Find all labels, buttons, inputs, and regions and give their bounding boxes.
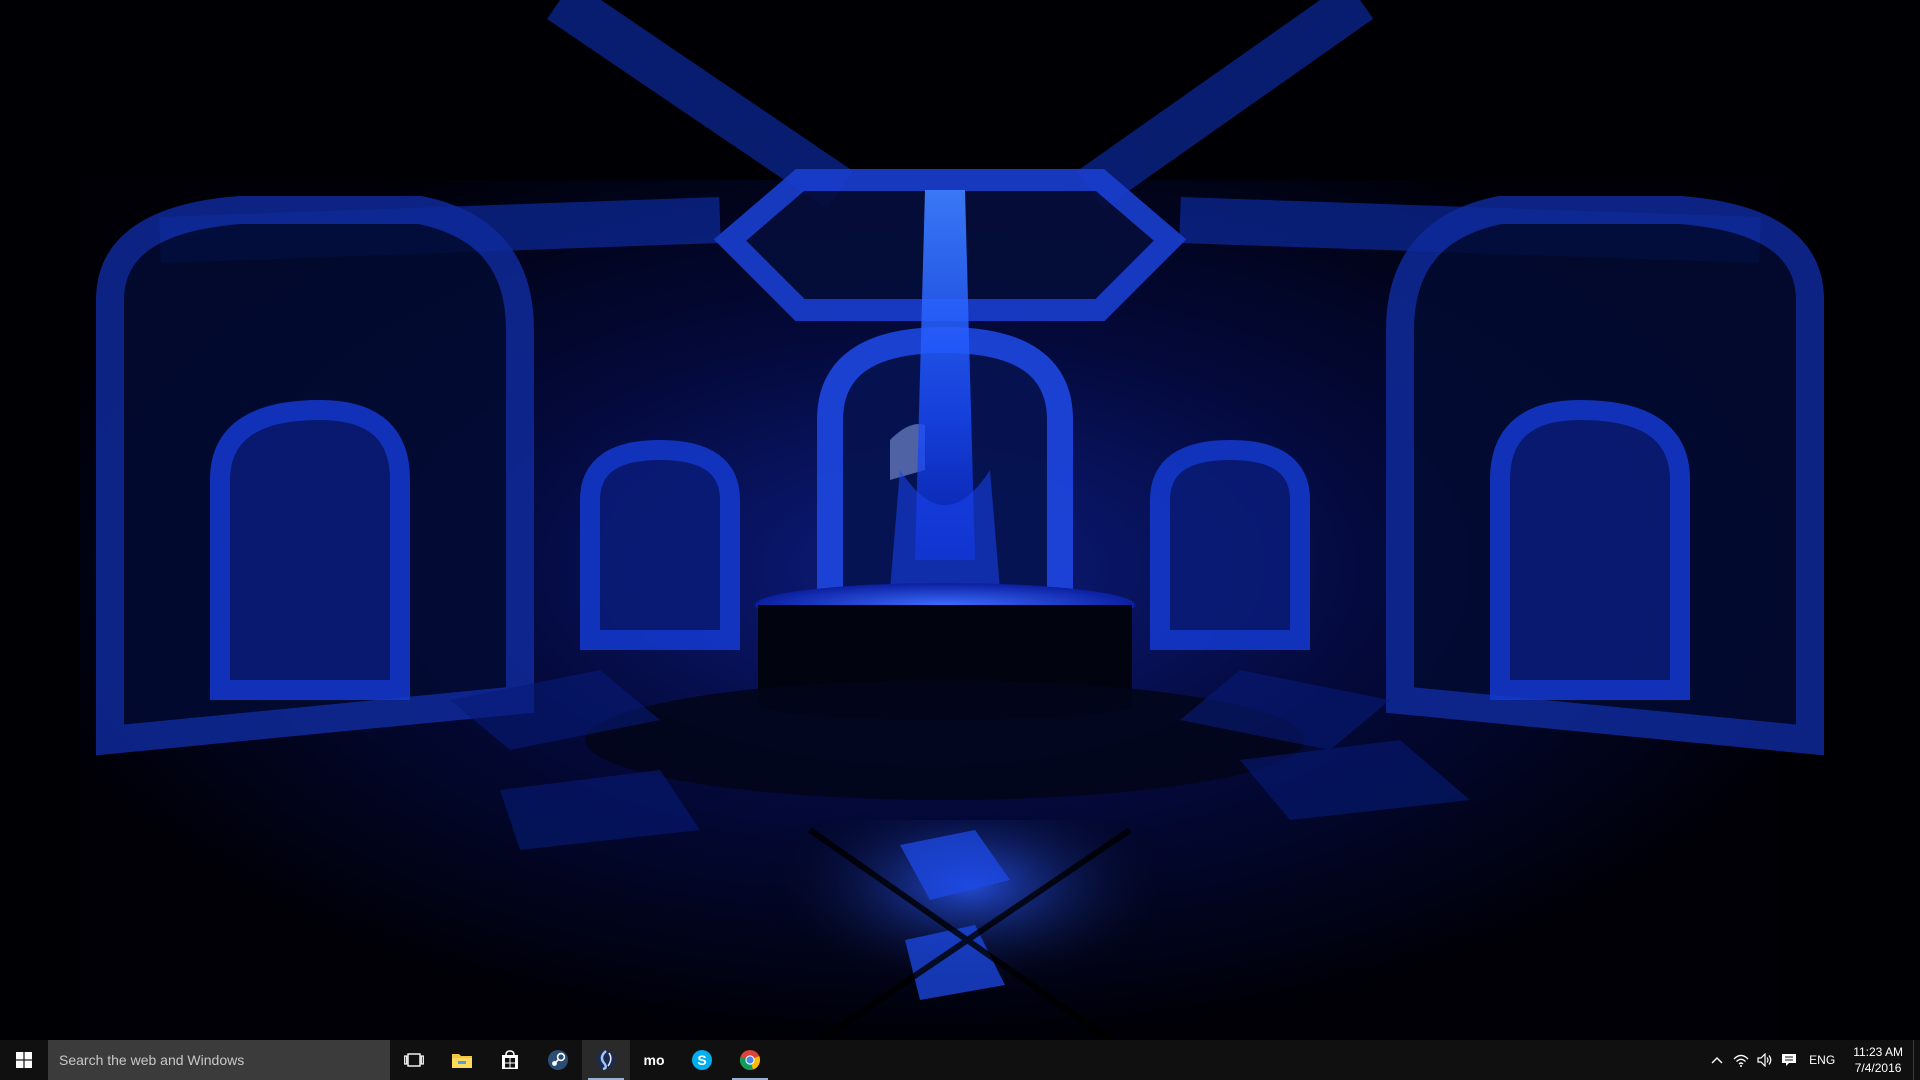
search-input[interactable]	[59, 1052, 379, 1068]
windows-logo-icon	[16, 1052, 32, 1068]
system-tray: ENG 11:23 AM 7/4/2016	[1705, 1040, 1920, 1080]
swirl-app-button[interactable]	[582, 1040, 630, 1080]
skype-icon-label: S	[697, 1052, 706, 1068]
show-desktop-button[interactable]	[1913, 1040, 1920, 1080]
clock[interactable]: 11:23 AM 7/4/2016	[1843, 1040, 1913, 1080]
volume-icon	[1757, 1053, 1772, 1067]
skype-icon: S	[692, 1050, 712, 1070]
swirl-app-icon	[596, 1050, 616, 1071]
store-button[interactable]	[486, 1040, 534, 1080]
chrome-icon	[740, 1050, 761, 1070]
steam-icon	[548, 1050, 568, 1070]
search-box[interactable]	[48, 1040, 390, 1080]
file-explorer-button[interactable]	[438, 1040, 486, 1080]
action-center-icon	[1782, 1054, 1797, 1066]
show-hidden-icons-button[interactable]	[1705, 1040, 1729, 1080]
network-button[interactable]	[1729, 1040, 1753, 1080]
task-view-button[interactable]	[390, 1040, 438, 1080]
mo-app-icon: mo	[644, 1053, 665, 1067]
network-icon	[1733, 1054, 1749, 1067]
taskbar: mo S	[0, 1040, 1920, 1080]
mo-app-button[interactable]: mo	[630, 1040, 678, 1080]
action-center-button[interactable]	[1777, 1040, 1801, 1080]
input-language-indicator[interactable]: ENG	[1801, 1040, 1843, 1080]
desktop	[0, 0, 1920, 1040]
start-button[interactable]	[0, 1040, 48, 1080]
clock-date: 7/4/2016	[1854, 1061, 1902, 1075]
skype-button[interactable]: S	[678, 1040, 726, 1080]
volume-button[interactable]	[1753, 1040, 1777, 1080]
mo-app-label: mo	[644, 1053, 665, 1067]
chevron-up-icon	[1711, 1057, 1723, 1064]
steam-button[interactable]	[534, 1040, 582, 1080]
clock-time: 11:23 AM	[1853, 1045, 1903, 1059]
task-view-icon	[404, 1053, 424, 1067]
desktop-wallpaper	[0, 0, 1920, 1040]
folder-icon	[452, 1054, 472, 1068]
chrome-button[interactable]	[726, 1040, 774, 1080]
store-bag-icon	[502, 1050, 518, 1069]
